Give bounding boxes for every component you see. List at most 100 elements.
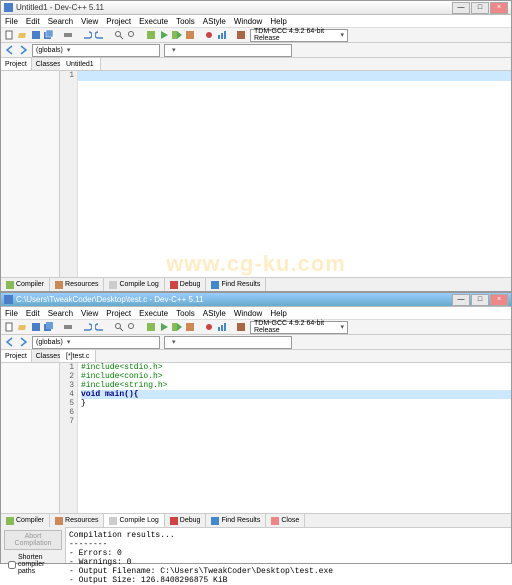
compile-icon[interactable] xyxy=(145,321,157,333)
profile-icon[interactable] xyxy=(216,29,228,41)
back-icon[interactable] xyxy=(4,44,16,56)
bottab-compilelog[interactable]: Compile Log xyxy=(104,278,164,291)
doc-tab[interactable]: Untitled1 xyxy=(60,58,101,70)
run-icon[interactable] xyxy=(158,29,170,41)
line-gutter: 1 xyxy=(60,71,78,277)
menu-project[interactable]: Project xyxy=(106,17,131,26)
bottab-compiler[interactable]: Compiler xyxy=(1,514,50,527)
menu-execute[interactable]: Execute xyxy=(139,17,168,26)
toolbar-main: TDM-GCC 4.9.2 64-bit Release xyxy=(1,320,511,335)
maximize-button[interactable]: □ xyxy=(471,294,489,306)
compiler-combo[interactable]: TDM-GCC 4.9.2 64-bit Release xyxy=(250,29,348,42)
undo-icon[interactable] xyxy=(81,29,93,41)
saveall-icon[interactable] xyxy=(43,321,55,333)
redo-icon[interactable] xyxy=(94,321,106,333)
menu-execute[interactable]: Execute xyxy=(139,309,168,318)
bottab-findresults[interactable]: Find Results xyxy=(206,278,266,291)
menu-window[interactable]: Window xyxy=(234,309,262,318)
options-icon[interactable] xyxy=(235,321,247,333)
rebuild-icon[interactable] xyxy=(184,29,196,41)
open-icon[interactable] xyxy=(17,321,29,333)
find-icon[interactable] xyxy=(113,29,125,41)
menu-tools[interactable]: Tools xyxy=(176,309,195,318)
menu-tools[interactable]: Tools xyxy=(176,17,195,26)
menu-file[interactable]: File xyxy=(5,309,18,318)
tab-project[interactable]: Project xyxy=(1,350,32,362)
options-icon[interactable] xyxy=(235,29,247,41)
menu-view[interactable]: View xyxy=(81,309,98,318)
menu-file[interactable]: File xyxy=(5,17,18,26)
compile-run-icon[interactable] xyxy=(171,321,183,333)
menu-window[interactable]: Window xyxy=(234,17,262,26)
undo-icon[interactable] xyxy=(81,321,93,333)
window-title: C:\Users\TweakCoder\Desktop\test.c - Dev… xyxy=(16,295,452,304)
maximize-button[interactable]: □ xyxy=(471,2,489,14)
log-side-panel: Abort Compilation Shorten compiler paths xyxy=(1,527,66,563)
bottab-findresults[interactable]: Find Results xyxy=(206,514,266,527)
menu-search[interactable]: Search xyxy=(48,309,73,318)
back-icon[interactable] xyxy=(4,336,16,348)
title-bar: C:\Users\TweakCoder\Desktop\test.c - Dev… xyxy=(1,293,511,307)
saveall-icon[interactable] xyxy=(43,29,55,41)
globals-combo[interactable]: (globals) xyxy=(32,336,160,349)
bottab-debug[interactable]: Debug xyxy=(165,514,207,527)
menu-edit[interactable]: Edit xyxy=(26,309,40,318)
shorten-paths-checkbox[interactable]: Shorten compiler paths xyxy=(4,554,62,575)
replace-icon[interactable] xyxy=(126,321,138,333)
forward-icon[interactable] xyxy=(17,336,29,348)
save-icon[interactable] xyxy=(30,321,42,333)
close-button[interactable]: × xyxy=(490,2,508,14)
toolbar-nav: (globals) xyxy=(1,335,511,350)
compile-icon[interactable] xyxy=(145,29,157,41)
print-icon[interactable] xyxy=(62,29,74,41)
debug-icon[interactable] xyxy=(203,321,215,333)
menu-help[interactable]: Help xyxy=(270,309,286,318)
globals-combo[interactable]: (globals) xyxy=(32,44,160,57)
close-button[interactable]: × xyxy=(490,294,508,306)
bottab-close[interactable]: Close xyxy=(266,514,305,527)
minimize-button[interactable]: — xyxy=(452,2,470,14)
toolbar-main: TDM-GCC 4.9.2 64-bit Release xyxy=(1,28,511,43)
members-combo[interactable] xyxy=(164,44,292,57)
redo-icon[interactable] xyxy=(94,29,106,41)
menu-bar: File Edit Search View Project Execute To… xyxy=(1,307,511,320)
menu-search[interactable]: Search xyxy=(48,17,73,26)
menu-astyle[interactable]: AStyle xyxy=(203,17,226,26)
new-icon[interactable] xyxy=(4,29,16,41)
run-icon[interactable] xyxy=(158,321,170,333)
bottab-resources[interactable]: Resources xyxy=(50,278,104,291)
profile-icon[interactable] xyxy=(216,321,228,333)
menu-astyle[interactable]: AStyle xyxy=(203,309,226,318)
forward-icon[interactable] xyxy=(17,44,29,56)
tab-project[interactable]: Project xyxy=(1,58,32,70)
compile-log: Compilation results...--------- Errors: … xyxy=(66,527,511,563)
minimize-button[interactable]: — xyxy=(452,294,470,306)
bottab-resources[interactable]: Resources xyxy=(50,514,104,527)
save-icon[interactable] xyxy=(30,29,42,41)
rebuild-icon[interactable] xyxy=(184,321,196,333)
debug-icon[interactable] xyxy=(203,29,215,41)
members-combo[interactable] xyxy=(164,336,292,349)
print-icon[interactable] xyxy=(62,321,74,333)
bottab-debug[interactable]: Debug xyxy=(165,278,207,291)
compile-run-icon[interactable] xyxy=(171,29,183,41)
replace-icon[interactable] xyxy=(126,29,138,41)
open-icon[interactable] xyxy=(17,29,29,41)
code-editor[interactable]: 1234567 #include<stdio.h>#include<conio.… xyxy=(60,363,511,513)
line-gutter: 1234567 xyxy=(60,363,78,513)
new-icon[interactable] xyxy=(4,321,16,333)
menu-view[interactable]: View xyxy=(81,17,98,26)
doc-tab[interactable]: [*]test.c xyxy=(60,350,96,362)
menu-help[interactable]: Help xyxy=(270,17,286,26)
app-icon xyxy=(4,295,13,304)
abort-compilation-button[interactable]: Abort Compilation xyxy=(4,530,62,550)
bottab-compiler[interactable]: Compiler xyxy=(1,278,50,291)
bottab-compilelog[interactable]: Compile Log xyxy=(104,514,164,527)
editor-line[interactable] xyxy=(78,71,511,81)
find-icon[interactable] xyxy=(113,321,125,333)
menu-edit[interactable]: Edit xyxy=(26,17,40,26)
window-title: Untitled1 - Dev-C++ 5.11 xyxy=(16,3,452,12)
menu-project[interactable]: Project xyxy=(106,309,131,318)
menu-bar: File Edit Search View Project Execute To… xyxy=(1,15,511,28)
compiler-combo[interactable]: TDM-GCC 4.9.2 64-bit Release xyxy=(250,321,348,334)
